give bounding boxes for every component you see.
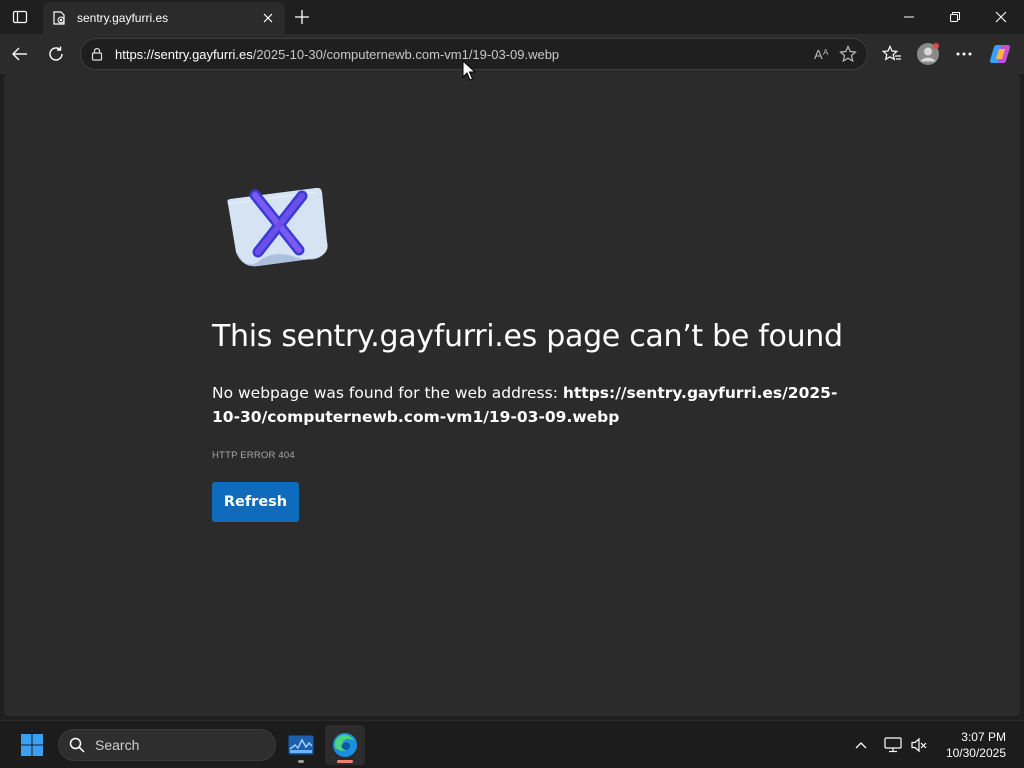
url-host: https://sentry.gayfurri.es	[115, 46, 253, 62]
taskbar-search[interactable]: Search	[58, 729, 276, 761]
close-icon[interactable]	[257, 7, 279, 29]
tab-actions-icon[interactable]	[6, 4, 34, 30]
refresh-icon[interactable]	[41, 39, 71, 69]
favicon-icon	[51, 10, 67, 26]
star-icon[interactable]	[835, 41, 861, 67]
restore-icon[interactable]	[932, 0, 978, 34]
taskbar-app-edge[interactable]	[325, 725, 365, 765]
svg-text:A: A	[814, 47, 823, 61]
lock-icon[interactable]	[89, 46, 105, 62]
error-description-text: No webpage was found for the web address…	[212, 384, 563, 402]
windows-start-icon[interactable]	[12, 727, 52, 763]
back-arrow-icon[interactable]	[5, 39, 35, 69]
mouse-cursor-icon	[462, 60, 476, 81]
network-icon[interactable]	[881, 733, 905, 757]
refresh-button[interactable]: Refresh	[212, 482, 299, 522]
edge-icon	[333, 733, 357, 757]
clock-date: 10/30/2025	[945, 746, 1006, 760]
task-manager-icon	[288, 735, 314, 755]
taskbar-clock[interactable]: 3:07 PM 10/30/2025	[946, 729, 1006, 761]
search-icon	[69, 737, 85, 753]
taskbar-app-task-manager[interactable]	[281, 725, 321, 765]
taskbar: Search 3:07 PM 10/30/2025	[0, 720, 1024, 768]
error-document-icon	[227, 187, 328, 267]
copilot-icon[interactable]	[986, 39, 1016, 69]
active-indicator	[337, 760, 353, 763]
error-page: This sentry.gayfurri.es page can’t be fo…	[4, 74, 1020, 716]
favorites-icon[interactable]	[877, 39, 907, 69]
search-label: Search	[95, 737, 140, 753]
tab-title: sentry.gayfurri.es	[77, 11, 169, 25]
browser-tab[interactable]: sentry.gayfurri.es	[43, 2, 285, 34]
url-path: /2025-10-30/computernewb.com-vm1/19-03-0…	[252, 46, 560, 62]
chevron-up-icon[interactable]	[849, 733, 873, 757]
browser-toolbar: https://sentry.gayfurri.es/2025-10-30/co…	[0, 34, 1024, 74]
minimize-icon[interactable]	[886, 0, 932, 34]
profile-icon[interactable]	[913, 39, 943, 69]
title-bar: sentry.gayfurri.es	[0, 0, 1024, 34]
volume-muted-icon[interactable]	[907, 733, 931, 757]
clock-time: 3:07 PM	[961, 730, 1006, 744]
error-title: This sentry.gayfurri.es page can’t be fo…	[212, 319, 843, 354]
close-window-icon[interactable]	[978, 0, 1024, 34]
plus-icon[interactable]	[289, 4, 315, 30]
running-indicator	[298, 760, 304, 763]
error-code: HTTP ERROR 404	[212, 450, 295, 461]
read-aloud-icon[interactable]: AA	[809, 41, 835, 67]
error-description: No webpage was found for the web address…	[212, 381, 852, 429]
svg-text:A: A	[823, 48, 829, 57]
more-icon[interactable]	[949, 39, 979, 69]
